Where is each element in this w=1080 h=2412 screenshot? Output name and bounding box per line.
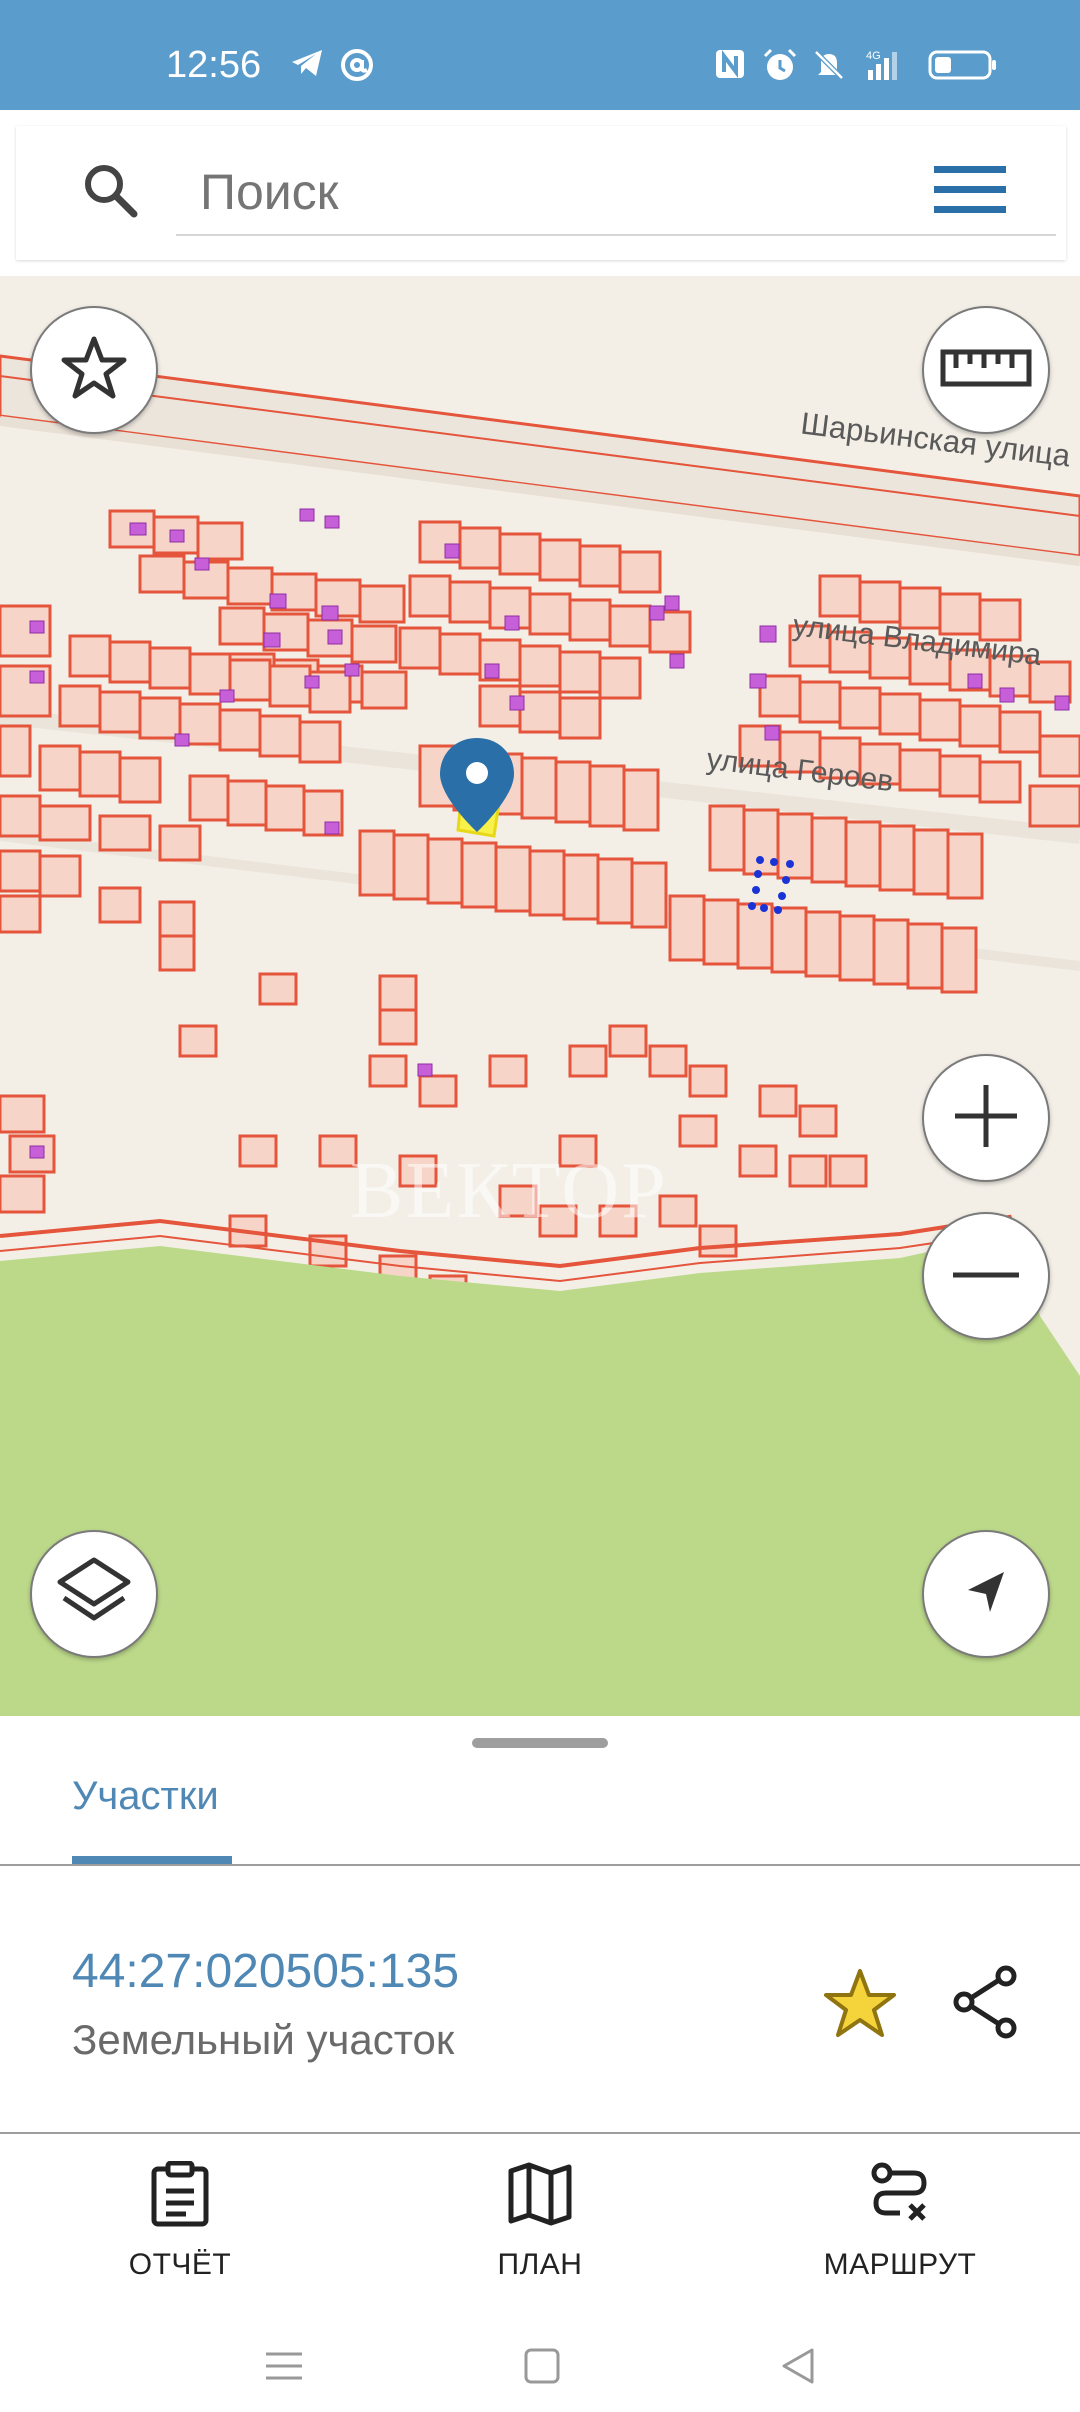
tab-indicator — [72, 1856, 232, 1864]
plan-label: ПЛАН — [497, 2248, 583, 2281]
watermark: ВЕКТОР — [350, 1147, 668, 1235]
layers-icon — [54, 1554, 134, 1635]
zoom-out-button[interactable] — [922, 1212, 1050, 1340]
ruler-icon — [940, 348, 1032, 393]
divider — [0, 1864, 1080, 1866]
status-bar: 12:56 4G — [0, 0, 1080, 110]
plus-icon — [951, 1081, 1021, 1156]
home-icon[interactable] — [522, 2346, 562, 2391]
tab-parcels[interactable]: Участки — [72, 1774, 219, 1819]
divider — [0, 2132, 1080, 2134]
search-input[interactable] — [176, 150, 1056, 236]
zoom-in-button[interactable] — [922, 1054, 1050, 1182]
route-button[interactable]: МАРШРУТ — [770, 2152, 1030, 2282]
map-canvas — [0, 276, 1080, 1716]
nfc-icon — [714, 48, 746, 80]
at-sign-icon — [340, 48, 374, 82]
minus-icon — [951, 1267, 1021, 1285]
report-label: ОТЧЁТ — [128, 2248, 232, 2281]
plan-button[interactable]: ПЛАН — [410, 2152, 670, 2282]
ruler-button[interactable] — [922, 306, 1050, 434]
alarm-icon — [762, 48, 798, 82]
cadastral-map[interactable]: Шарьинская улица улица Владимира улица Г… — [0, 276, 1080, 1716]
sheet-drag-handle[interactable] — [472, 1738, 608, 1748]
bottom-sheet: Участки 44:27:020505:135 Земельный участ… — [0, 1716, 1080, 2412]
parcel-type: Земельный участок — [72, 2016, 455, 2063]
star-outline-icon — [59, 333, 129, 408]
favorites-button[interactable] — [30, 306, 158, 434]
share-icon[interactable] — [950, 1964, 1022, 2045]
search-bar — [16, 126, 1066, 260]
layers-button[interactable] — [30, 1530, 158, 1658]
mute-icon — [812, 48, 846, 82]
recent-apps-icon[interactable] — [264, 2346, 304, 2391]
parcel-cadastral-number[interactable]: 44:27:020505:135 — [72, 1944, 459, 1999]
signal-4g-icon: 4G — [864, 48, 908, 82]
status-time: 12:56 — [166, 44, 262, 86]
back-icon[interactable] — [778, 2346, 818, 2391]
system-nav-bar — [0, 2344, 1080, 2412]
svg-text:4G: 4G — [866, 50, 881, 62]
navigation-arrow-icon — [958, 1564, 1014, 1625]
telegram-icon — [290, 48, 324, 78]
report-button[interactable]: ОТЧЁТ — [50, 2152, 310, 2282]
route-icon — [870, 2161, 930, 2232]
search-icon[interactable] — [80, 160, 140, 225]
favorite-star-icon[interactable] — [822, 1966, 898, 2045]
battery-icon — [928, 48, 998, 82]
map-icon — [507, 2161, 573, 2232]
route-label: МАРШРУТ — [823, 2248, 977, 2281]
my-location-button[interactable] — [922, 1530, 1050, 1658]
hamburger-menu-icon[interactable] — [934, 162, 1008, 223]
clipboard-icon — [150, 2160, 210, 2232]
